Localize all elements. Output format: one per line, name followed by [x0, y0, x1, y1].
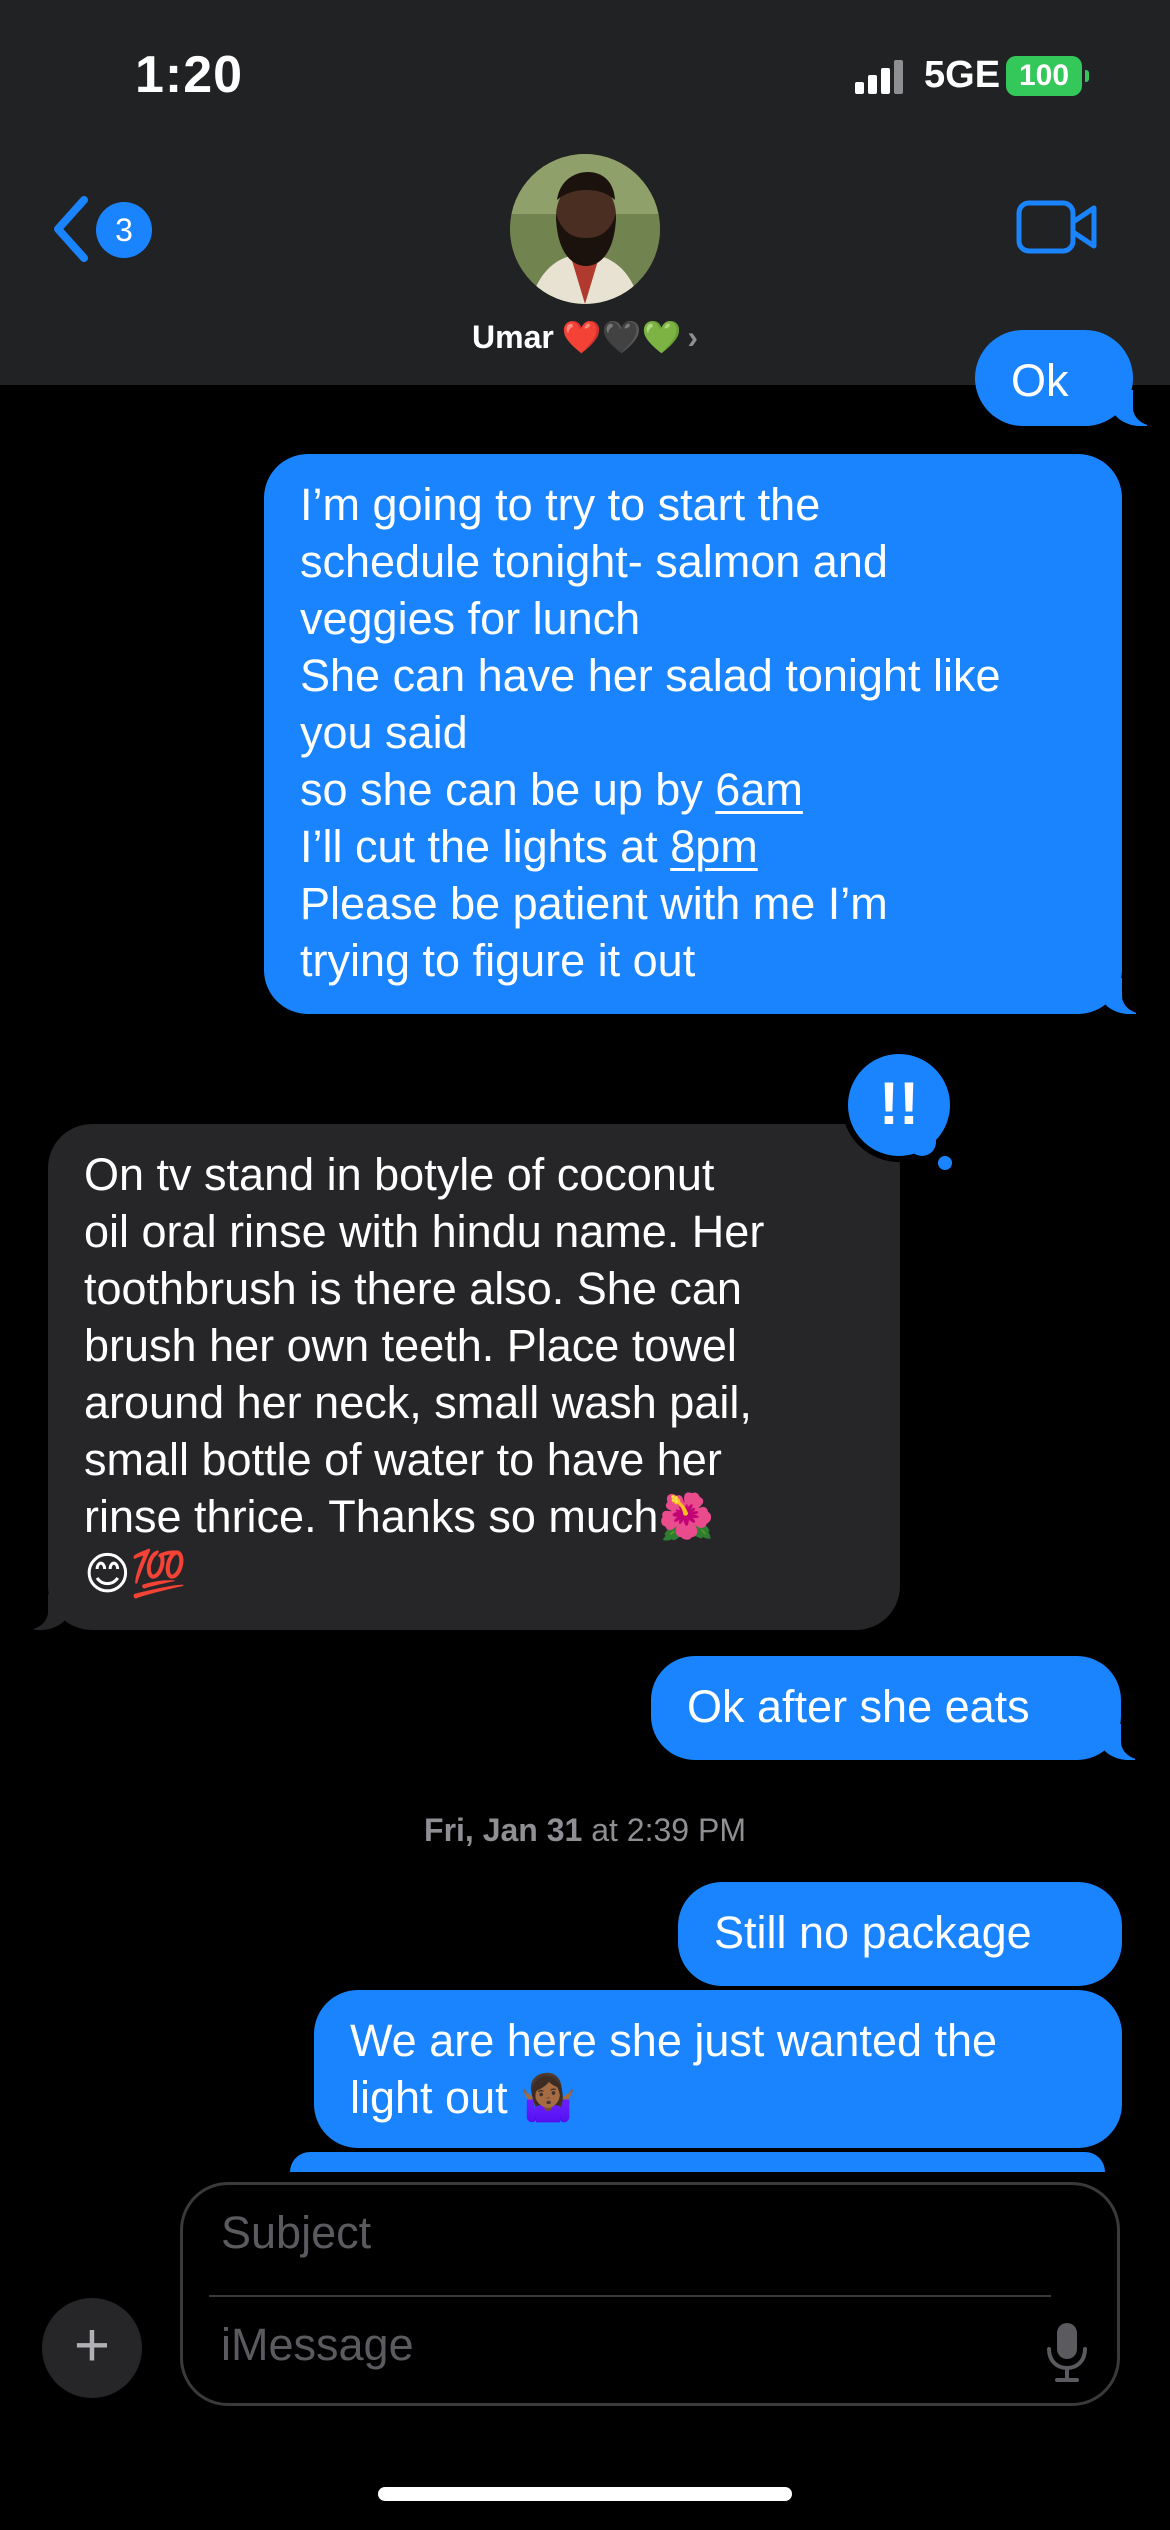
- message-line: veggies for lunch: [300, 593, 641, 644]
- timestamp-at: at: [582, 1812, 627, 1848]
- message-line: you said: [300, 707, 468, 758]
- message-bubble-sent[interactable]: Ok after she eats: [651, 1656, 1151, 1760]
- message-line: around her neck, small wash pail,: [84, 1377, 752, 1428]
- time-link[interactable]: 6am: [715, 764, 803, 815]
- message-line: On tv stand in botyle of coconut: [84, 1149, 715, 1200]
- message-line: light out 🤷🏾‍♀️: [350, 2072, 577, 2123]
- timestamp-date: Fri, Jan 31: [424, 1812, 583, 1848]
- video-call-icon[interactable]: [1016, 198, 1098, 256]
- message-line: trying to figure it out: [300, 935, 696, 986]
- status-bar: 1:20 5GE 100: [0, 0, 1170, 150]
- message-line: Please be patient with me I’m: [300, 878, 888, 929]
- message-line: I’m going to try to start the: [300, 479, 821, 530]
- time-link[interactable]: 8pm: [670, 821, 758, 872]
- contact-name: Umar: [472, 319, 554, 355]
- message-bubble-partial: [290, 2152, 1105, 2172]
- message-bubble-sent[interactable]: Still no package: [678, 1882, 1122, 1986]
- message-line: Still no package: [714, 1907, 1032, 1958]
- message-line: I’ll cut the lights at 8pm: [300, 821, 758, 872]
- contact-name-hearts: ❤️🖤💚: [561, 319, 682, 355]
- timestamp-time: 2:39 PM: [626, 1812, 746, 1848]
- cellular-signal-icon: [855, 60, 905, 94]
- apps-plus-button[interactable]: +: [42, 2298, 142, 2398]
- message-line: Ok after she eats: [687, 1681, 1030, 1732]
- tapback-emphasis-icon[interactable]: !!: [842, 1048, 956, 1162]
- chevron-left-icon: [54, 196, 88, 262]
- message-line: oil oral rinse with hindu name. Her: [84, 1206, 765, 1257]
- message-bubble-received[interactable]: On tv stand in botyle of coconut oil ora…: [18, 1124, 900, 1630]
- message-input[interactable]: iMessage: [221, 2319, 414, 2371]
- composer-divider: [209, 2295, 1051, 2297]
- back-button[interactable]: 3: [50, 190, 160, 270]
- contact-photo: [510, 154, 660, 304]
- message-composer[interactable]: Subject iMessage: [180, 2182, 1120, 2406]
- message-line: schedule tonight- salmon and: [300, 536, 888, 587]
- microphone-icon[interactable]: [1045, 2321, 1089, 2383]
- message-timestamp: Fri, Jan 31 at 2:39 PM: [0, 1812, 1170, 1849]
- message-line: small bottle of water to have her: [84, 1434, 722, 1485]
- status-time: 1:20: [135, 46, 244, 104]
- battery-icon: 100: [1006, 56, 1089, 96]
- message-bubble-sent[interactable]: Ok: [975, 330, 1163, 426]
- message-line: She can have her salad tonight like: [300, 650, 1001, 701]
- message-line: rinse thrice. Thanks so much🌺: [84, 1491, 715, 1542]
- message-line: so she can be up by 6am: [300, 764, 803, 815]
- unread-count-badge: 3: [96, 202, 152, 258]
- subject-field[interactable]: Subject: [221, 2207, 371, 2259]
- tapback-tail: [938, 1156, 952, 1170]
- home-indicator[interactable]: [378, 2487, 792, 2501]
- message-line: toothbrush is there also. She can: [84, 1263, 742, 1314]
- message-line: 😊💯: [84, 1548, 187, 1599]
- message-bubble-sent[interactable]: I’m going to try to start the schedule t…: [264, 454, 1152, 1014]
- network-type: 5GE: [924, 54, 1001, 96]
- chevron-right-icon: ›: [687, 319, 698, 355]
- message-bubble-sent[interactable]: We are here she just wanted the light ou…: [314, 1990, 1122, 2148]
- message-line: We are here she just wanted the: [350, 2015, 998, 2066]
- tapback-tail: [908, 1128, 936, 1156]
- message-line: brush her own teeth. Place towel: [84, 1320, 737, 1371]
- contact-avatar[interactable]: [510, 154, 660, 304]
- message-line: Ok: [1011, 355, 1069, 406]
